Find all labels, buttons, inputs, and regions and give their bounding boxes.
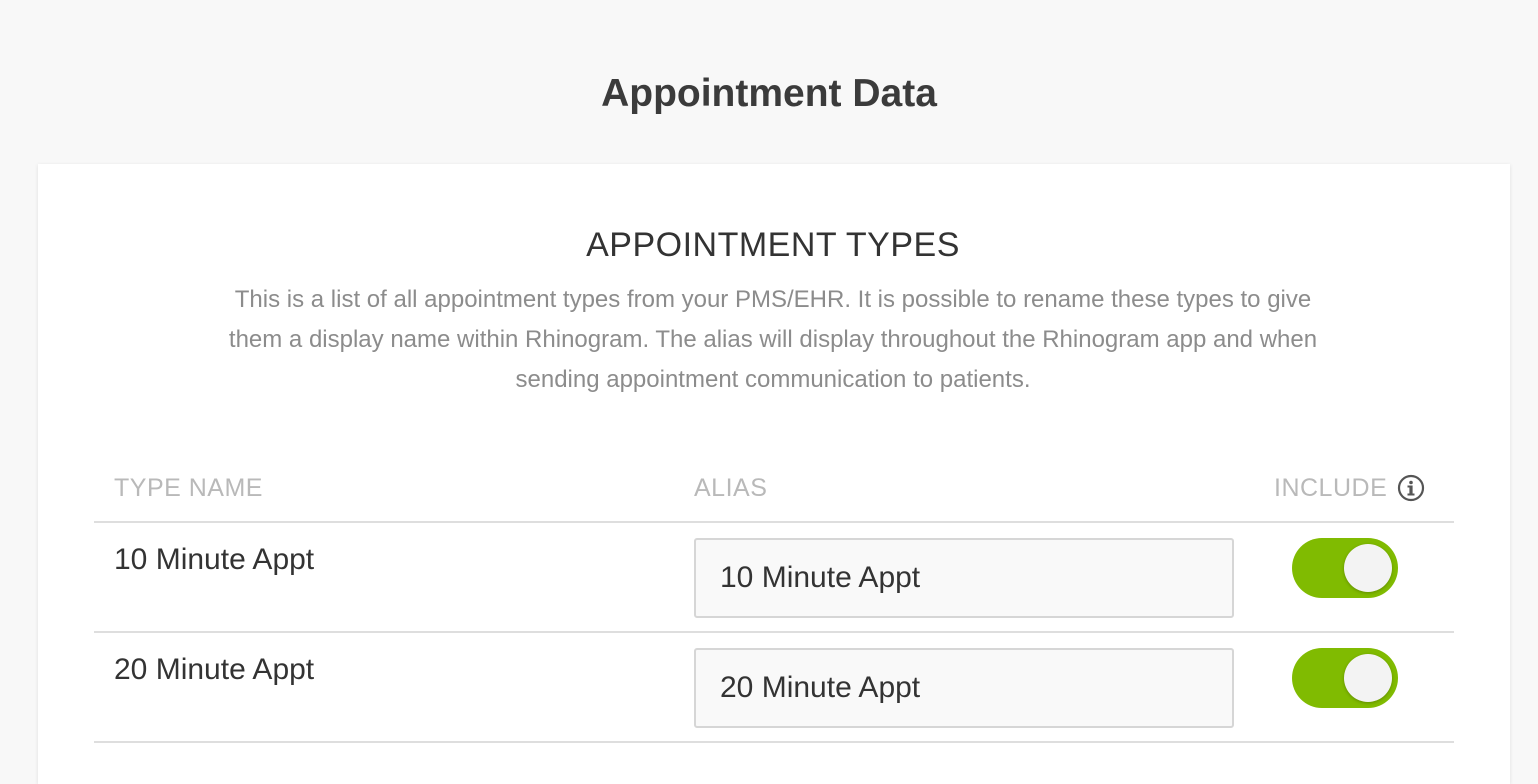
- row-type-name: 20 Minute Appt: [114, 653, 315, 686]
- include-toggle[interactable]: [1292, 538, 1398, 598]
- page-title: Appointment Data: [601, 72, 937, 115]
- column-header-type-name: TYPE NAME: [114, 474, 263, 502]
- column-header-alias: ALIAS: [694, 474, 768, 502]
- row-type-name: 10 Minute Appt: [114, 543, 315, 576]
- row-divider: [94, 631, 1454, 633]
- header-divider: [94, 521, 1454, 523]
- section-title: APPOINTMENT TYPES: [586, 226, 960, 264]
- toggle-knob: [1344, 654, 1392, 702]
- section-description: This is a list of all appointment types …: [228, 286, 1318, 393]
- alias-input[interactable]: [694, 538, 1234, 618]
- alias-input[interactable]: [694, 648, 1234, 728]
- row-divider: [94, 741, 1454, 743]
- include-toggle[interactable]: [1292, 648, 1398, 708]
- toggle-knob: [1344, 544, 1392, 592]
- info-circle-icon[interactable]: [1397, 474, 1425, 502]
- column-header-include-label: INCLUDE: [1274, 474, 1388, 502]
- column-header-include: INCLUDE: [1274, 470, 1425, 506]
